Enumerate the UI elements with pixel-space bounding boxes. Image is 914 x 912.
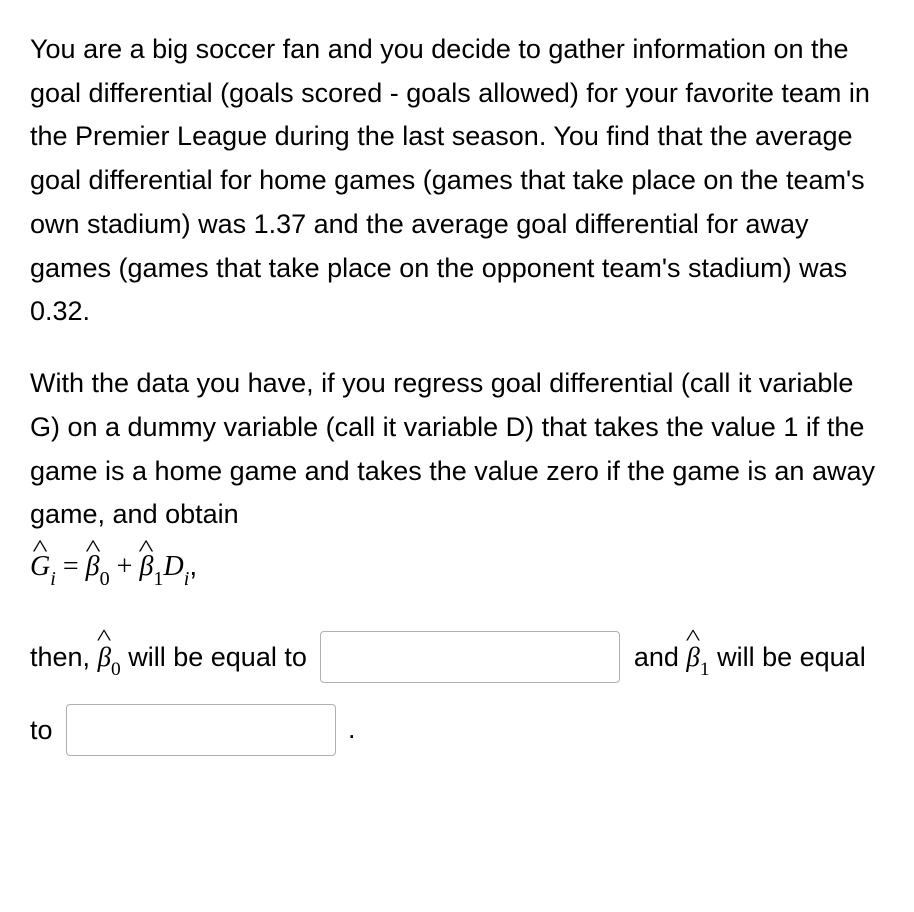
beta0-input[interactable] — [320, 631, 620, 683]
problem-paragraph-2: With the data you have, if you regress g… — [30, 362, 884, 592]
paragraph2-text: With the data you have, if you regress g… — [30, 368, 875, 529]
answer-mid1: will be equal to — [121, 642, 315, 672]
beta0-hat-symbol: β — [86, 544, 100, 589]
regression-equation: Gi = β0 + β1Di, — [30, 543, 884, 592]
answer-period: . — [348, 714, 356, 744]
g-hat-symbol: G — [30, 544, 50, 589]
beta1-hat-symbol: β — [139, 544, 153, 589]
paragraph1-text: You are a big soccer fan and you decide … — [30, 34, 870, 326]
answer-prefix: then, — [30, 642, 98, 672]
answer-section: then, β0 will be equal to and β1 will be… — [30, 620, 884, 764]
beta0-label: β0 — [98, 642, 121, 672]
beta1-input[interactable] — [66, 704, 336, 756]
answer-mid2: and — [626, 642, 686, 672]
problem-paragraph-1: You are a big soccer fan and you decide … — [30, 28, 884, 334]
beta1-label: β1 — [686, 642, 709, 672]
